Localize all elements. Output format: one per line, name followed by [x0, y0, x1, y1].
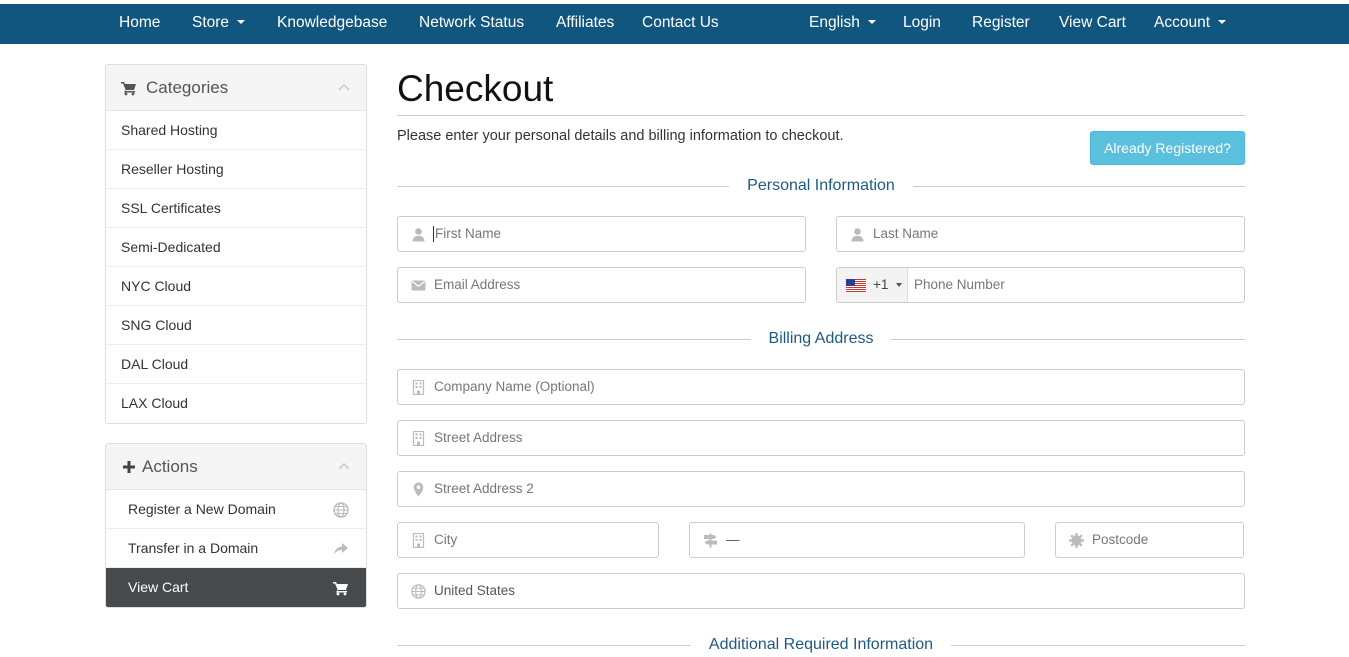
caret-down-icon: [237, 19, 246, 24]
company-placeholder: Company Name (Optional): [434, 379, 595, 394]
category-ssl-certificates[interactable]: SSL Certificates: [106, 189, 366, 228]
title-divider: [397, 115, 1245, 116]
nav-store-label: Store: [192, 14, 230, 31]
actions-title: Actions: [142, 457, 198, 476]
additional-info-title: Additional Required Information: [397, 635, 1245, 655]
building-icon: [412, 380, 425, 395]
category-reseller-hosting[interactable]: Reseller Hosting: [106, 150, 366, 189]
category-dal-cloud[interactable]: DAL Cloud: [106, 345, 366, 384]
categories-panel: Categories Shared Hosting Reseller Hosti…: [105, 64, 367, 424]
nav-register[interactable]: Register: [972, 4, 1030, 44]
last-name-field[interactable]: Last Name: [836, 216, 1245, 252]
country-value: United States: [434, 583, 516, 598]
us-flag-icon: [846, 279, 866, 292]
last-name-placeholder: Last Name: [873, 226, 939, 241]
plus-icon: [123, 461, 135, 473]
category-sng-cloud[interactable]: SNG Cloud: [106, 306, 366, 345]
personal-info-label: Personal Information: [731, 177, 911, 194]
first-name-placeholder: First Name: [433, 226, 502, 242]
certificate-icon: [1069, 533, 1084, 548]
nav-network-status[interactable]: Network Status: [419, 4, 524, 44]
building-icon: [412, 431, 425, 446]
action-transfer-domain-label: Transfer in a Domain: [128, 540, 259, 556]
globe-icon: [333, 502, 349, 518]
country-select[interactable]: United States: [397, 573, 1245, 609]
category-nyc-cloud[interactable]: NYC Cloud: [106, 267, 366, 306]
nav-account[interactable]: Account: [1154, 4, 1227, 44]
personal-info-heading: Personal Information: [397, 176, 1245, 196]
map-marker-icon: [413, 482, 424, 497]
caret-down-icon: [1218, 19, 1227, 24]
nav-knowledgebase[interactable]: Knowledgebase: [277, 4, 387, 44]
postcode-field[interactable]: Postcode: [1055, 522, 1244, 558]
category-semi-dedicated[interactable]: Semi-Dedicated: [106, 228, 366, 267]
company-field[interactable]: Company Name (Optional): [397, 369, 1245, 405]
main-navbar: Home Store Knowledgebase Network Status …: [0, 4, 1349, 44]
category-lax-cloud[interactable]: LAX Cloud: [106, 384, 366, 423]
action-view-cart-label: View Cart: [128, 579, 189, 595]
email-field[interactable]: Email Address: [397, 267, 806, 303]
personal-info-title: Personal Information: [397, 176, 1245, 196]
billing-address-heading: Billing Address: [397, 329, 1245, 349]
nav-login[interactable]: Login: [903, 4, 941, 44]
action-register-domain-label: Register a New Domain: [128, 501, 276, 517]
nav-affiliates[interactable]: Affiliates: [556, 4, 614, 44]
nav-store[interactable]: Store: [192, 4, 246, 44]
actions-panel: Actions Register a New Domain Transfer i…: [105, 443, 367, 608]
category-shared-hosting[interactable]: Shared Hosting: [106, 111, 366, 150]
envelope-icon: [411, 280, 426, 291]
email-placeholder: Email Address: [434, 277, 521, 292]
nav-home[interactable]: Home: [119, 4, 160, 44]
action-register-domain[interactable]: Register a New Domain: [106, 490, 366, 529]
nav-language[interactable]: English: [809, 4, 876, 44]
caret-down-icon: [867, 19, 876, 24]
chevron-up-icon[interactable]: [338, 462, 350, 470]
categories-header[interactable]: Categories: [106, 65, 366, 111]
checkout-intro-text: Please enter your personal details and b…: [397, 128, 844, 144]
action-view-cart[interactable]: View Cart: [106, 568, 366, 607]
street-address-2-field[interactable]: Street Address 2: [397, 471, 1245, 507]
phone-field[interactable]: +1 Phone Number: [836, 267, 1245, 303]
dial-code: +1: [873, 277, 889, 292]
first-name-field[interactable]: First Name: [397, 216, 806, 252]
nav-language-label: English: [809, 14, 860, 31]
user-icon: [851, 228, 864, 242]
globe-icon: [411, 584, 426, 599]
nav-view-cart[interactable]: View Cart: [1059, 4, 1126, 44]
building-icon: [412, 533, 425, 548]
page-title: Checkout: [397, 68, 554, 109]
country-code-selector[interactable]: +1: [837, 268, 908, 302]
already-registered-button[interactable]: Already Registered?: [1090, 131, 1245, 165]
user-icon: [412, 228, 425, 242]
state-select[interactable]: —: [689, 522, 1025, 558]
caret-down-icon: [896, 283, 902, 287]
phone-placeholder: Phone Number: [914, 277, 1005, 292]
share-arrow-icon: [334, 543, 348, 555]
billing-address-label: Billing Address: [752, 330, 890, 347]
categories-title: Categories: [146, 78, 229, 97]
street-address-placeholder: Street Address: [434, 430, 523, 445]
city-field[interactable]: City: [397, 522, 659, 558]
additional-info-heading: Additional Required Information: [397, 635, 1245, 655]
action-transfer-domain[interactable]: Transfer in a Domain: [106, 529, 366, 568]
city-placeholder: City: [434, 532, 458, 547]
postcode-placeholder: Postcode: [1092, 532, 1149, 547]
additional-info-label: Additional Required Information: [692, 636, 950, 653]
cart-icon: [121, 82, 136, 96]
nav-account-label: Account: [1154, 14, 1211, 31]
cart-icon: [333, 582, 348, 596]
chevron-up-icon[interactable]: [338, 83, 350, 91]
street-address-field[interactable]: Street Address: [397, 420, 1245, 456]
state-value: —: [726, 532, 740, 547]
nav-contact[interactable]: Contact Us: [642, 4, 719, 44]
actions-header[interactable]: Actions: [106, 444, 366, 490]
signpost-icon: [704, 533, 717, 548]
street-address-2-placeholder: Street Address 2: [434, 481, 534, 496]
billing-address-title: Billing Address: [397, 329, 1245, 349]
